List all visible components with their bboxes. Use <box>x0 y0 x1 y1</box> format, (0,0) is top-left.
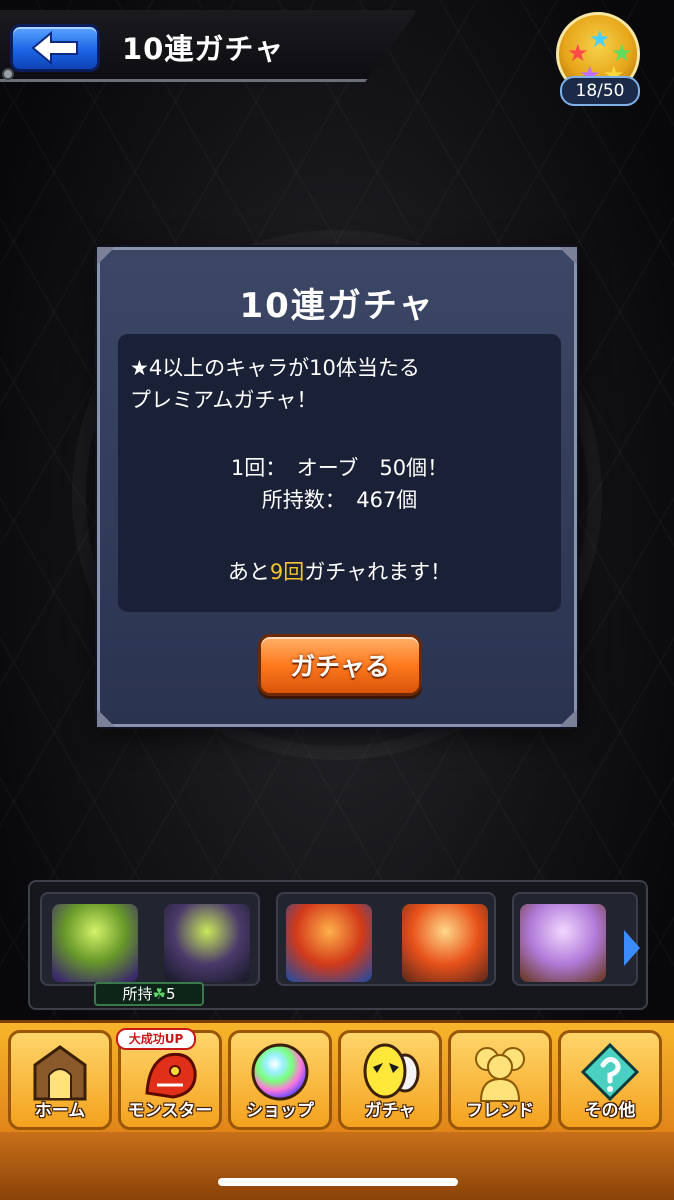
bottom-nav-base <box>0 1132 674 1200</box>
remaining-prefix: あと <box>227 560 270 584</box>
owned-label: 所持 <box>122 985 153 1003</box>
description-line-1: ★4以上のキャラが10体当たる <box>130 356 420 380</box>
nav-home-label: ホーム <box>34 1101 86 1121</box>
nav-other-label: その他 <box>584 1101 636 1121</box>
rank-counter: 18/50 <box>560 76 640 106</box>
monster-portrait <box>286 904 372 982</box>
orb-icon <box>251 1043 309 1101</box>
dialog-corner <box>97 247 115 265</box>
page-title: 10連ガチャ <box>122 32 285 66</box>
header-decoration <box>2 68 14 80</box>
success-up-badge: 大成功UP <box>116 1028 196 1050</box>
gacha-button[interactable]: ガチャる <box>258 634 422 696</box>
nav-gacha[interactable]: ガチャ <box>338 1030 442 1130</box>
home-indicator[interactable] <box>218 1178 458 1186</box>
scroll-right-arrow-icon[interactable] <box>624 930 640 966</box>
party-slot[interactable] <box>276 892 496 986</box>
description-line-2: プレミアムガチャ！ <box>130 388 318 412</box>
nav-shop[interactable]: ショップ <box>228 1030 332 1130</box>
dragon-icon <box>145 1052 197 1099</box>
home-gate-icon <box>33 1045 87 1101</box>
nav-shop-label: ショップ <box>246 1101 314 1121</box>
monster-portrait <box>402 904 488 982</box>
nav-home[interactable]: ホーム <box>8 1030 112 1130</box>
dialog-body: ★4以上のキャラが10体当たる プレミアムガチャ！ 1回： オーブ 50個！ 所… <box>118 334 561 612</box>
dialog-corner <box>559 247 577 265</box>
owned-badge: 所持☘5 <box>94 982 204 1006</box>
cost-text: 1回： オーブ 50個！ <box>230 456 449 480</box>
dialog-corner <box>97 709 115 727</box>
star-icon: ★ <box>589 25 611 53</box>
dialog-corner <box>559 709 577 727</box>
friends-icon <box>475 1047 525 1102</box>
egg-icon <box>363 1043 420 1099</box>
party-slot[interactable] <box>512 892 638 986</box>
monster-portrait <box>520 904 606 982</box>
monster-portrait <box>164 904 250 982</box>
nav-gacha-label: ガチャ <box>364 1101 416 1121</box>
clover-icon: ☘ <box>152 985 166 1003</box>
remaining-suffix: ガチャれます！ <box>304 560 452 584</box>
remaining-pulls-text: あと9回ガチャれます！ <box>130 556 549 586</box>
nav-monster-label: モンスター <box>127 1101 213 1121</box>
back-arrow-icon <box>31 31 78 65</box>
gacha-dialog: 10連ガチャ ★4以上のキャラが10体当たる プレミアムガチャ！ 1回： オーブ… <box>97 247 577 727</box>
remaining-count: 9回 <box>269 560 305 584</box>
monster-portrait <box>52 904 138 982</box>
nav-friend-label: フレンド <box>466 1101 534 1121</box>
nav-friend[interactable]: フレンド <box>448 1030 552 1130</box>
owned-orbs-text: 所持数： 467個 <box>261 488 418 512</box>
owned-count: 5 <box>165 985 176 1003</box>
other-icon <box>580 1042 640 1102</box>
party-slot[interactable] <box>40 892 260 986</box>
nav-other[interactable]: その他 <box>558 1030 662 1130</box>
back-button[interactable] <box>10 24 100 72</box>
dialog-title: 10連ガチャ <box>239 286 435 326</box>
rank-badge[interactable]: ★ ★ ★ ★ ★ 18/50 <box>556 12 642 106</box>
